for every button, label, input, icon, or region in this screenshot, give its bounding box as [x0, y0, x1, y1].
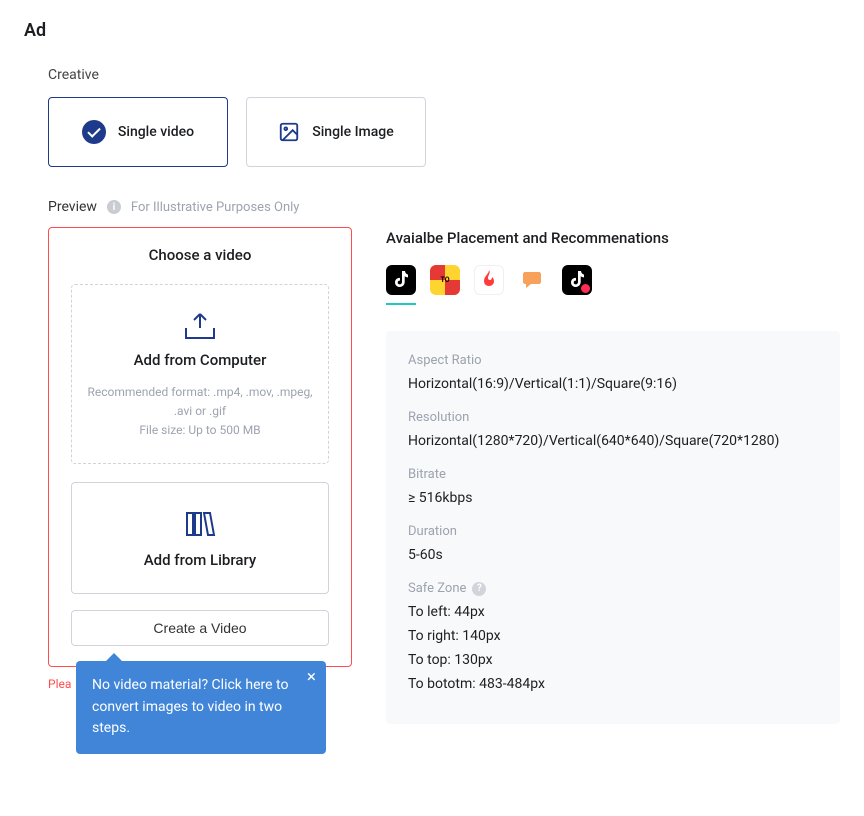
add-from-computer-button[interactable]: Add from Computer Recommended format: .m…: [71, 284, 329, 464]
upload-size-note: File size: Up to 500 MB: [86, 421, 314, 440]
panel-title: Choose a video: [71, 246, 329, 264]
video-upload-panel: Choose a video Add from Computer Recomme…: [48, 227, 352, 667]
placement-buzzvideo-icon[interactable]: TO: [430, 265, 460, 295]
upload-icon: [86, 311, 314, 341]
creative-section-label: Creative: [48, 67, 840, 83]
aspect-ratio-label: Aspect Ratio: [408, 353, 818, 368]
placement-selected-indicator: [386, 303, 416, 305]
upload-format-note: Recommended format: .mp4, .mov, .mpeg, .…: [86, 383, 314, 421]
checkmark-icon: [82, 120, 106, 144]
tooltip-popover: No video material? Click here to convert…: [76, 661, 326, 754]
creative-options: Single video Single Image: [48, 97, 840, 167]
bitrate-label: Bitrate: [408, 467, 818, 482]
tooltip-text: No video material? Click here to convert…: [92, 677, 288, 736]
placement-chat-icon[interactable]: [518, 265, 548, 295]
close-icon[interactable]: ×: [307, 669, 316, 686]
placement-title: Avaialbe Placement and Recommenations: [386, 229, 840, 247]
creative-option-single-image[interactable]: Single Image: [246, 97, 426, 167]
duration-label: Duration: [408, 524, 818, 539]
info-icon: i: [107, 200, 121, 214]
safe-zone-value: To bototm: 483-484px: [408, 676, 818, 692]
bitrate-value: ≥ 516kbps: [408, 490, 818, 506]
duration-value: 5-60s: [408, 547, 818, 563]
safe-zone-value: To right: 140px: [408, 628, 818, 644]
help-icon[interactable]: ?: [472, 582, 486, 596]
create-video-button[interactable]: Create a Video: [71, 610, 329, 646]
library-title: Add from Library: [86, 551, 314, 569]
aspect-ratio-value: Horizontal(16:9)/Vertical(1:1)/Square(9:…: [408, 376, 818, 392]
resolution-label: Resolution: [408, 410, 818, 425]
creative-option-single-video[interactable]: Single video: [48, 97, 228, 167]
image-icon: [278, 121, 300, 143]
placement-tiktok-icon[interactable]: [386, 265, 416, 295]
placement-flame-icon[interactable]: [474, 265, 504, 295]
safe-zone-value: To left: 44px: [408, 604, 818, 620]
safe-zone-label: Safe Zone ?: [408, 581, 818, 596]
placement-icons: TO: [386, 265, 840, 295]
add-from-library-button[interactable]: Add from Library: [71, 482, 329, 594]
resolution-value: Horizontal(1280*720)/Vertical(640*640)/S…: [408, 433, 818, 449]
recommendations-panel: Aspect Ratio Horizontal(16:9)/Vertical(1…: [386, 331, 840, 724]
creative-option-label: Single Image: [312, 124, 393, 140]
placement-tiktok-ads-icon[interactable]: [562, 265, 592, 295]
illustrative-note: For Illustrative Purposes Only: [131, 200, 300, 215]
preview-header: Preview i For Illustrative Purposes Only: [48, 199, 840, 215]
page-title: Ad: [24, 20, 840, 41]
creative-option-label: Single video: [118, 124, 194, 140]
library-icon: [86, 509, 314, 539]
safe-zone-value: To top: 130px: [408, 652, 818, 668]
upload-title: Add from Computer: [86, 351, 314, 369]
preview-label: Preview: [48, 199, 97, 215]
